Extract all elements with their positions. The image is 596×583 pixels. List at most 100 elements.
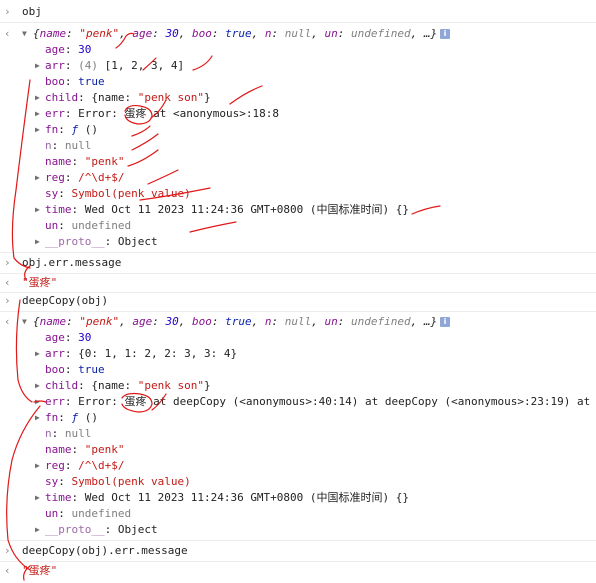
triangle-down-icon[interactable]: ▼ bbox=[22, 26, 27, 42]
property-row[interactable]: ▶ __proto__: Object bbox=[0, 234, 596, 250]
property-value: {name: bbox=[91, 91, 138, 104]
property-row: boo: true bbox=[45, 363, 105, 376]
object-summary-row[interactable]: ‹ ▼ {name: "penk", age: 30, boo: true, n… bbox=[0, 314, 596, 330]
chevron-right-icon: › bbox=[4, 544, 11, 557]
property-row[interactable]: ▶ time: Wed Oct 11 2023 11:24:36 GMT+080… bbox=[0, 490, 596, 506]
triangle-right-icon[interactable]: ▶ bbox=[35, 234, 40, 250]
property-row: sy: Symbol(penk value) bbox=[45, 475, 191, 488]
triangle-right-icon[interactable]: ▶ bbox=[35, 106, 40, 122]
property-key: __proto__ bbox=[45, 523, 105, 536]
property-key: age bbox=[45, 331, 65, 344]
property-row[interactable]: ▶ err: Error: 蛋疼 at deepCopy (<anonymous… bbox=[0, 394, 596, 410]
property-key: time bbox=[45, 203, 72, 216]
property-value: /^\d+$/ bbox=[78, 459, 125, 472]
divider bbox=[0, 273, 596, 274]
chevron-right-icon: › bbox=[4, 256, 11, 269]
console-command: obj bbox=[22, 5, 42, 18]
summary-key: boo bbox=[192, 315, 212, 328]
property-row[interactable]: ▶ reg: /^\d+$/ bbox=[0, 458, 596, 474]
property-row: boo: true bbox=[45, 75, 105, 88]
property-row[interactable]: ▶ fn: ƒ () bbox=[0, 122, 596, 138]
console-result-row: ‹ "蛋疼" bbox=[0, 275, 596, 291]
error-type: Error: bbox=[78, 107, 125, 120]
error-message: 蛋疼 bbox=[124, 107, 147, 120]
object-summary: {name: "penk", age: 30, boo: true, n: nu… bbox=[33, 315, 438, 328]
info-icon[interactable]: i bbox=[440, 29, 450, 39]
console-input-row[interactable]: › obj.err.message bbox=[0, 255, 596, 271]
triangle-right-icon[interactable]: ▶ bbox=[35, 202, 40, 218]
property-value: {0: 1, 1: 2, 2: 3, 3: 4} bbox=[78, 347, 238, 360]
chevron-left-icon: ‹ bbox=[4, 27, 11, 40]
divider bbox=[0, 561, 596, 562]
summary-value: null bbox=[284, 27, 312, 40]
property-row: name: "penk" bbox=[45, 155, 125, 168]
property-key: sy bbox=[45, 475, 59, 488]
property-row[interactable]: ▶ arr: (4) [1, 2, 3, 4] bbox=[0, 58, 596, 74]
console-result: "蛋疼" bbox=[22, 564, 58, 577]
chevron-left-icon: ‹ bbox=[4, 276, 11, 289]
property-row[interactable]: ▶ child: {name: "penk son"} bbox=[0, 378, 596, 394]
triangle-right-icon[interactable]: ▶ bbox=[35, 58, 40, 74]
brace: { bbox=[33, 315, 40, 328]
property-row[interactable]: ▶ child: {name: "penk son"} bbox=[0, 90, 596, 106]
property-key: err bbox=[45, 107, 65, 120]
property-row[interactable]: ▶ fn: ƒ () bbox=[0, 410, 596, 426]
property-row: un: undefined bbox=[45, 507, 132, 520]
summary-key: un bbox=[324, 27, 338, 40]
property-value: Object bbox=[117, 523, 158, 536]
property-row: age: 30 bbox=[45, 43, 92, 56]
property-row: n: null bbox=[45, 427, 92, 440]
summary-value: "penk" bbox=[79, 27, 120, 40]
property-key: reg bbox=[45, 171, 65, 184]
property-value: undefined bbox=[71, 507, 132, 520]
summary-value: undefined bbox=[351, 315, 411, 328]
property-value: "penk" bbox=[84, 443, 125, 456]
property-value-string: "penk son" bbox=[137, 91, 204, 104]
console-input-row[interactable]: › deepCopy(obj).err.message bbox=[0, 543, 596, 559]
triangle-right-icon[interactable]: ▶ bbox=[35, 410, 40, 426]
error-stack: at deepCopy (<anonymous>:40:14) at deepC… bbox=[146, 395, 591, 408]
summary-value: undefined bbox=[351, 27, 411, 40]
summary-key: age bbox=[132, 315, 153, 328]
triangle-right-icon[interactable]: ▶ bbox=[35, 170, 40, 186]
property-key: time bbox=[45, 491, 72, 504]
brace: …} bbox=[423, 315, 438, 328]
triangle-right-icon[interactable]: ▶ bbox=[35, 394, 40, 410]
brace: { bbox=[33, 27, 40, 40]
triangle-right-icon[interactable]: ▶ bbox=[35, 458, 40, 474]
triangle-right-icon[interactable]: ▶ bbox=[35, 122, 40, 138]
summary-key: n bbox=[264, 27, 272, 40]
info-icon[interactable]: i bbox=[440, 317, 450, 327]
summary-key: age bbox=[132, 27, 153, 40]
property-row[interactable]: ▶ time: Wed Oct 11 2023 11:24:36 GMT+080… bbox=[0, 202, 596, 218]
property-key: __proto__ bbox=[45, 235, 105, 248]
property-value: Symbol(penk value) bbox=[71, 187, 191, 200]
property-row[interactable]: ▶ err: Error: 蛋疼 at <anonymous>:18:8 bbox=[0, 106, 596, 122]
property-key: boo bbox=[45, 75, 65, 88]
console-command: obj.err.message bbox=[22, 256, 122, 269]
property-row[interactable]: ▶ arr: {0: 1, 1: 2, 2: 3, 3: 4} bbox=[0, 346, 596, 362]
triangle-right-icon[interactable]: ▶ bbox=[35, 522, 40, 538]
summary-value: 30 bbox=[165, 315, 179, 328]
console-input-row[interactable]: › deepCopy(obj) bbox=[0, 293, 596, 309]
brace: } bbox=[203, 379, 211, 392]
property-row[interactable]: ▶ __proto__: Object bbox=[0, 522, 596, 538]
brace: …} bbox=[423, 27, 438, 40]
property-key: boo bbox=[45, 363, 65, 376]
property-row: un: undefined bbox=[45, 219, 132, 232]
property-value: [1, 2, 3, 4] bbox=[104, 59, 185, 72]
property-row[interactable]: ▶ reg: /^\d+$/ bbox=[0, 170, 596, 186]
summary-key: name bbox=[39, 27, 67, 40]
console-input-row[interactable]: › obj bbox=[0, 4, 596, 20]
property-value: undefined bbox=[71, 219, 132, 232]
triangle-right-icon[interactable]: ▶ bbox=[35, 490, 40, 506]
triangle-right-icon[interactable]: ▶ bbox=[35, 90, 40, 106]
property-key: n bbox=[45, 139, 52, 152]
chevron-right-icon: › bbox=[4, 5, 11, 18]
triangle-right-icon[interactable]: ▶ bbox=[35, 346, 40, 362]
triangle-right-icon[interactable]: ▶ bbox=[35, 378, 40, 394]
triangle-down-icon[interactable]: ▼ bbox=[22, 314, 27, 330]
object-summary-row[interactable]: ‹ ▼ {name: "penk", age: 30, boo: true, n… bbox=[0, 26, 596, 42]
property-key: fn bbox=[45, 411, 59, 424]
object-summary: {name: "penk", age: 30, boo: true, n: nu… bbox=[33, 27, 438, 40]
